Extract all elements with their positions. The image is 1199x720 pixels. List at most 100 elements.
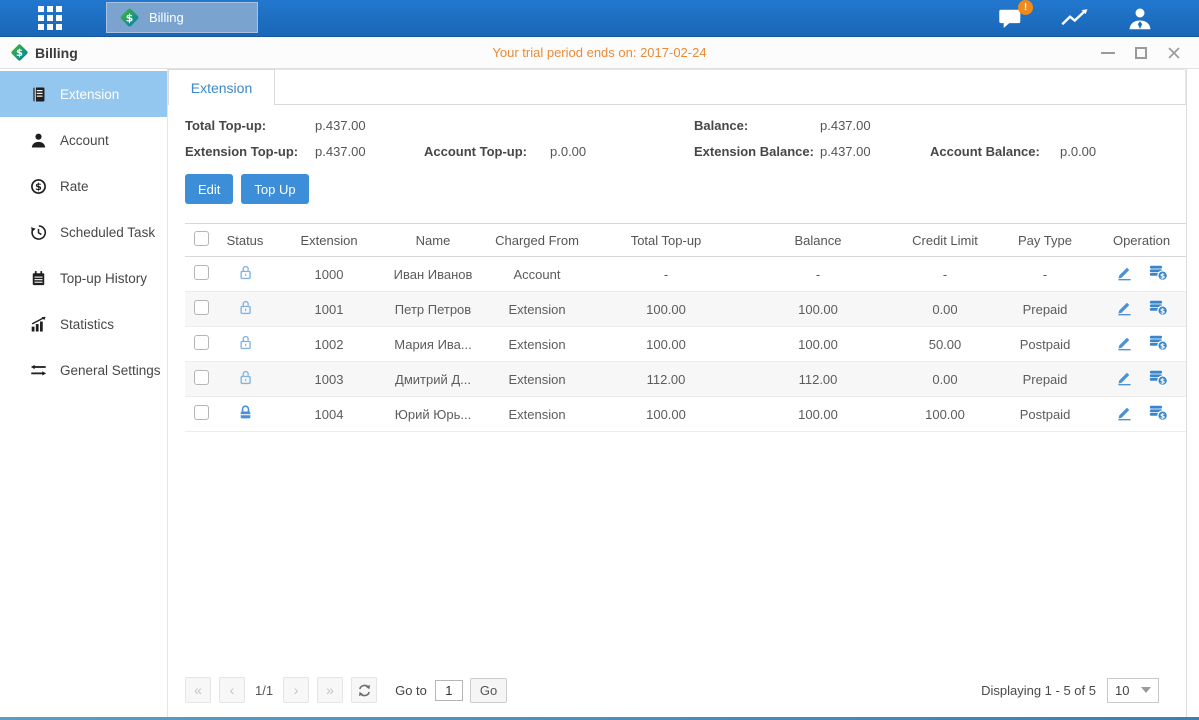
window-title-group: $ Billing [10,43,78,62]
history-clock-icon [29,224,47,241]
content-panel: Extension Total Top-up: p.437.00 Balance… [168,69,1186,717]
total-topup-value: p.437.00 [315,118,424,133]
account-balance-value: p.0.00 [1060,144,1186,159]
select-all-checkbox[interactable] [194,231,209,246]
column-header-charged-from[interactable]: Charged From [481,224,593,257]
notifications-button[interactable]: ! [998,7,1025,29]
cell-pay-type: - [993,257,1097,292]
row-checkbox[interactable] [194,335,209,350]
displaying-text: Displaying 1 - 5 of 5 [981,683,1096,698]
sidebar-item-top-up-history[interactable]: Top-up History [0,255,167,301]
svg-text:$: $ [1160,306,1165,315]
bar-chart-icon [29,316,47,333]
cell-total-topup: 100.00 [593,397,739,432]
page-size-select[interactable]: 10 [1107,678,1159,703]
app-grid-icon[interactable] [38,6,62,30]
unlocked-icon [237,334,254,351]
cell-extension: 1003 [273,362,385,397]
cell-credit-limit: 50.00 [897,327,993,362]
topup-icon[interactable]: $ [1149,299,1168,316]
edit-icon[interactable] [1116,369,1133,386]
edit-icon[interactable] [1116,334,1133,351]
sidebar-item-label: Statistics [60,317,114,332]
cell-credit-limit: 100.00 [897,397,993,432]
column-header-name[interactable]: Name [385,224,481,257]
sidebar-item-label: Top-up History [60,271,147,286]
cell-charged-from: Account [481,257,593,292]
extension-topup-label: Extension Top-up: [185,144,315,159]
dollar-circle-icon: $ [29,178,47,195]
edit-icon[interactable] [1116,404,1133,421]
close-button[interactable] [1167,46,1181,60]
user-menu-button[interactable] [1127,7,1153,30]
svg-text:$: $ [126,11,134,24]
total-topup-label: Total Top-up: [185,118,315,133]
sidebar-nav: ExtensionAccount $ Rate Scheduled Task Top-u… [0,69,168,717]
cell-credit-limit: - [897,257,993,292]
cell-name: Юрий Юрь... [385,397,481,432]
action-toolbar: Edit Top Up [185,174,1186,204]
table-row: 1004Юрий Юрь...Extension100.00100.00100.… [185,397,1186,432]
column-header-extension[interactable]: Extension [273,224,385,257]
cell-extension: 1001 [273,292,385,327]
sidebar-item-account[interactable]: Account [0,117,167,163]
cell-charged-from: Extension [481,292,593,327]
sidebar-item-rate[interactable]: $ Rate [0,163,167,209]
row-checkbox[interactable] [194,300,209,315]
user-silhouette-icon [1127,7,1153,30]
refresh-icon [357,683,372,698]
cell-balance: - [739,257,897,292]
table-row: 1001Петр ПетровExtension100.00100.000.00… [185,292,1186,327]
svg-text:$: $ [1160,271,1165,280]
cell-balance: 100.00 [739,397,897,432]
cell-charged-from: Extension [481,362,593,397]
user-icon [29,132,47,149]
topup-icon[interactable]: $ [1149,404,1168,421]
column-header-balance[interactable]: Balance [739,224,897,257]
minimize-button[interactable] [1101,52,1115,54]
taskbar-billing-tab[interactable]: $ Billing [106,2,258,33]
column-header-operation[interactable]: Operation [1097,224,1186,257]
row-checkbox[interactable] [194,370,209,385]
topup-button[interactable]: Top Up [241,174,308,204]
edit-button[interactable]: Edit [185,174,233,204]
edit-icon[interactable] [1116,264,1133,281]
sidebar-item-general-settings[interactable]: General Settings [0,347,167,393]
column-header-total-top-up[interactable]: Total Top-up [593,224,739,257]
cell-total-topup: 112.00 [593,362,739,397]
column-header-pay-type[interactable]: Pay Type [993,224,1097,257]
prev-page-button[interactable]: ‹ [219,677,245,703]
first-page-button[interactable]: « [185,677,211,703]
balance-value: p.437.00 [820,118,930,133]
svg-text:$: $ [1160,341,1165,350]
table-header-row: StatusExtensionNameCharged FromTotal Top… [185,224,1186,257]
next-page-button[interactable]: › [283,677,309,703]
sidebar-item-label: Rate [60,179,89,194]
cell-extension: 1004 [273,397,385,432]
billing-summary: Total Top-up: p.437.00 Balance: p.437.00… [185,118,1186,159]
sidebar-item-statistics[interactable]: Statistics [0,301,167,347]
row-checkbox[interactable] [194,405,209,420]
column-header-status[interactable]: Status [217,224,273,257]
row-checkbox[interactable] [194,265,209,280]
sidebar-item-label: Scheduled Task [60,225,155,240]
last-page-button[interactable]: » [317,677,343,703]
resource-monitor-button[interactable] [1061,8,1091,28]
go-button[interactable]: Go [470,678,507,703]
goto-page-input[interactable] [435,680,463,701]
refresh-button[interactable] [351,677,377,703]
tab-extension[interactable]: Extension [168,69,275,105]
pagination-bar: « ‹ 1/1 › » Go to Go Displaying 1 - 5 of… [185,671,1159,717]
cell-total-topup: 100.00 [593,327,739,362]
topup-icon[interactable]: $ [1149,264,1168,281]
maximize-button[interactable] [1135,47,1147,59]
topup-icon[interactable]: $ [1149,369,1168,386]
window-titlebar: $ Billing Your trial period ends on: 201… [0,37,1199,69]
svg-text:$: $ [35,182,42,193]
window-right-margin [1186,69,1199,717]
column-header-credit-limit[interactable]: Credit Limit [897,224,993,257]
topup-icon[interactable]: $ [1149,334,1168,351]
edit-icon[interactable] [1116,299,1133,316]
sidebar-item-scheduled-task[interactable]: Scheduled Task [0,209,167,255]
sidebar-item-extension[interactable]: Extension [0,71,167,117]
